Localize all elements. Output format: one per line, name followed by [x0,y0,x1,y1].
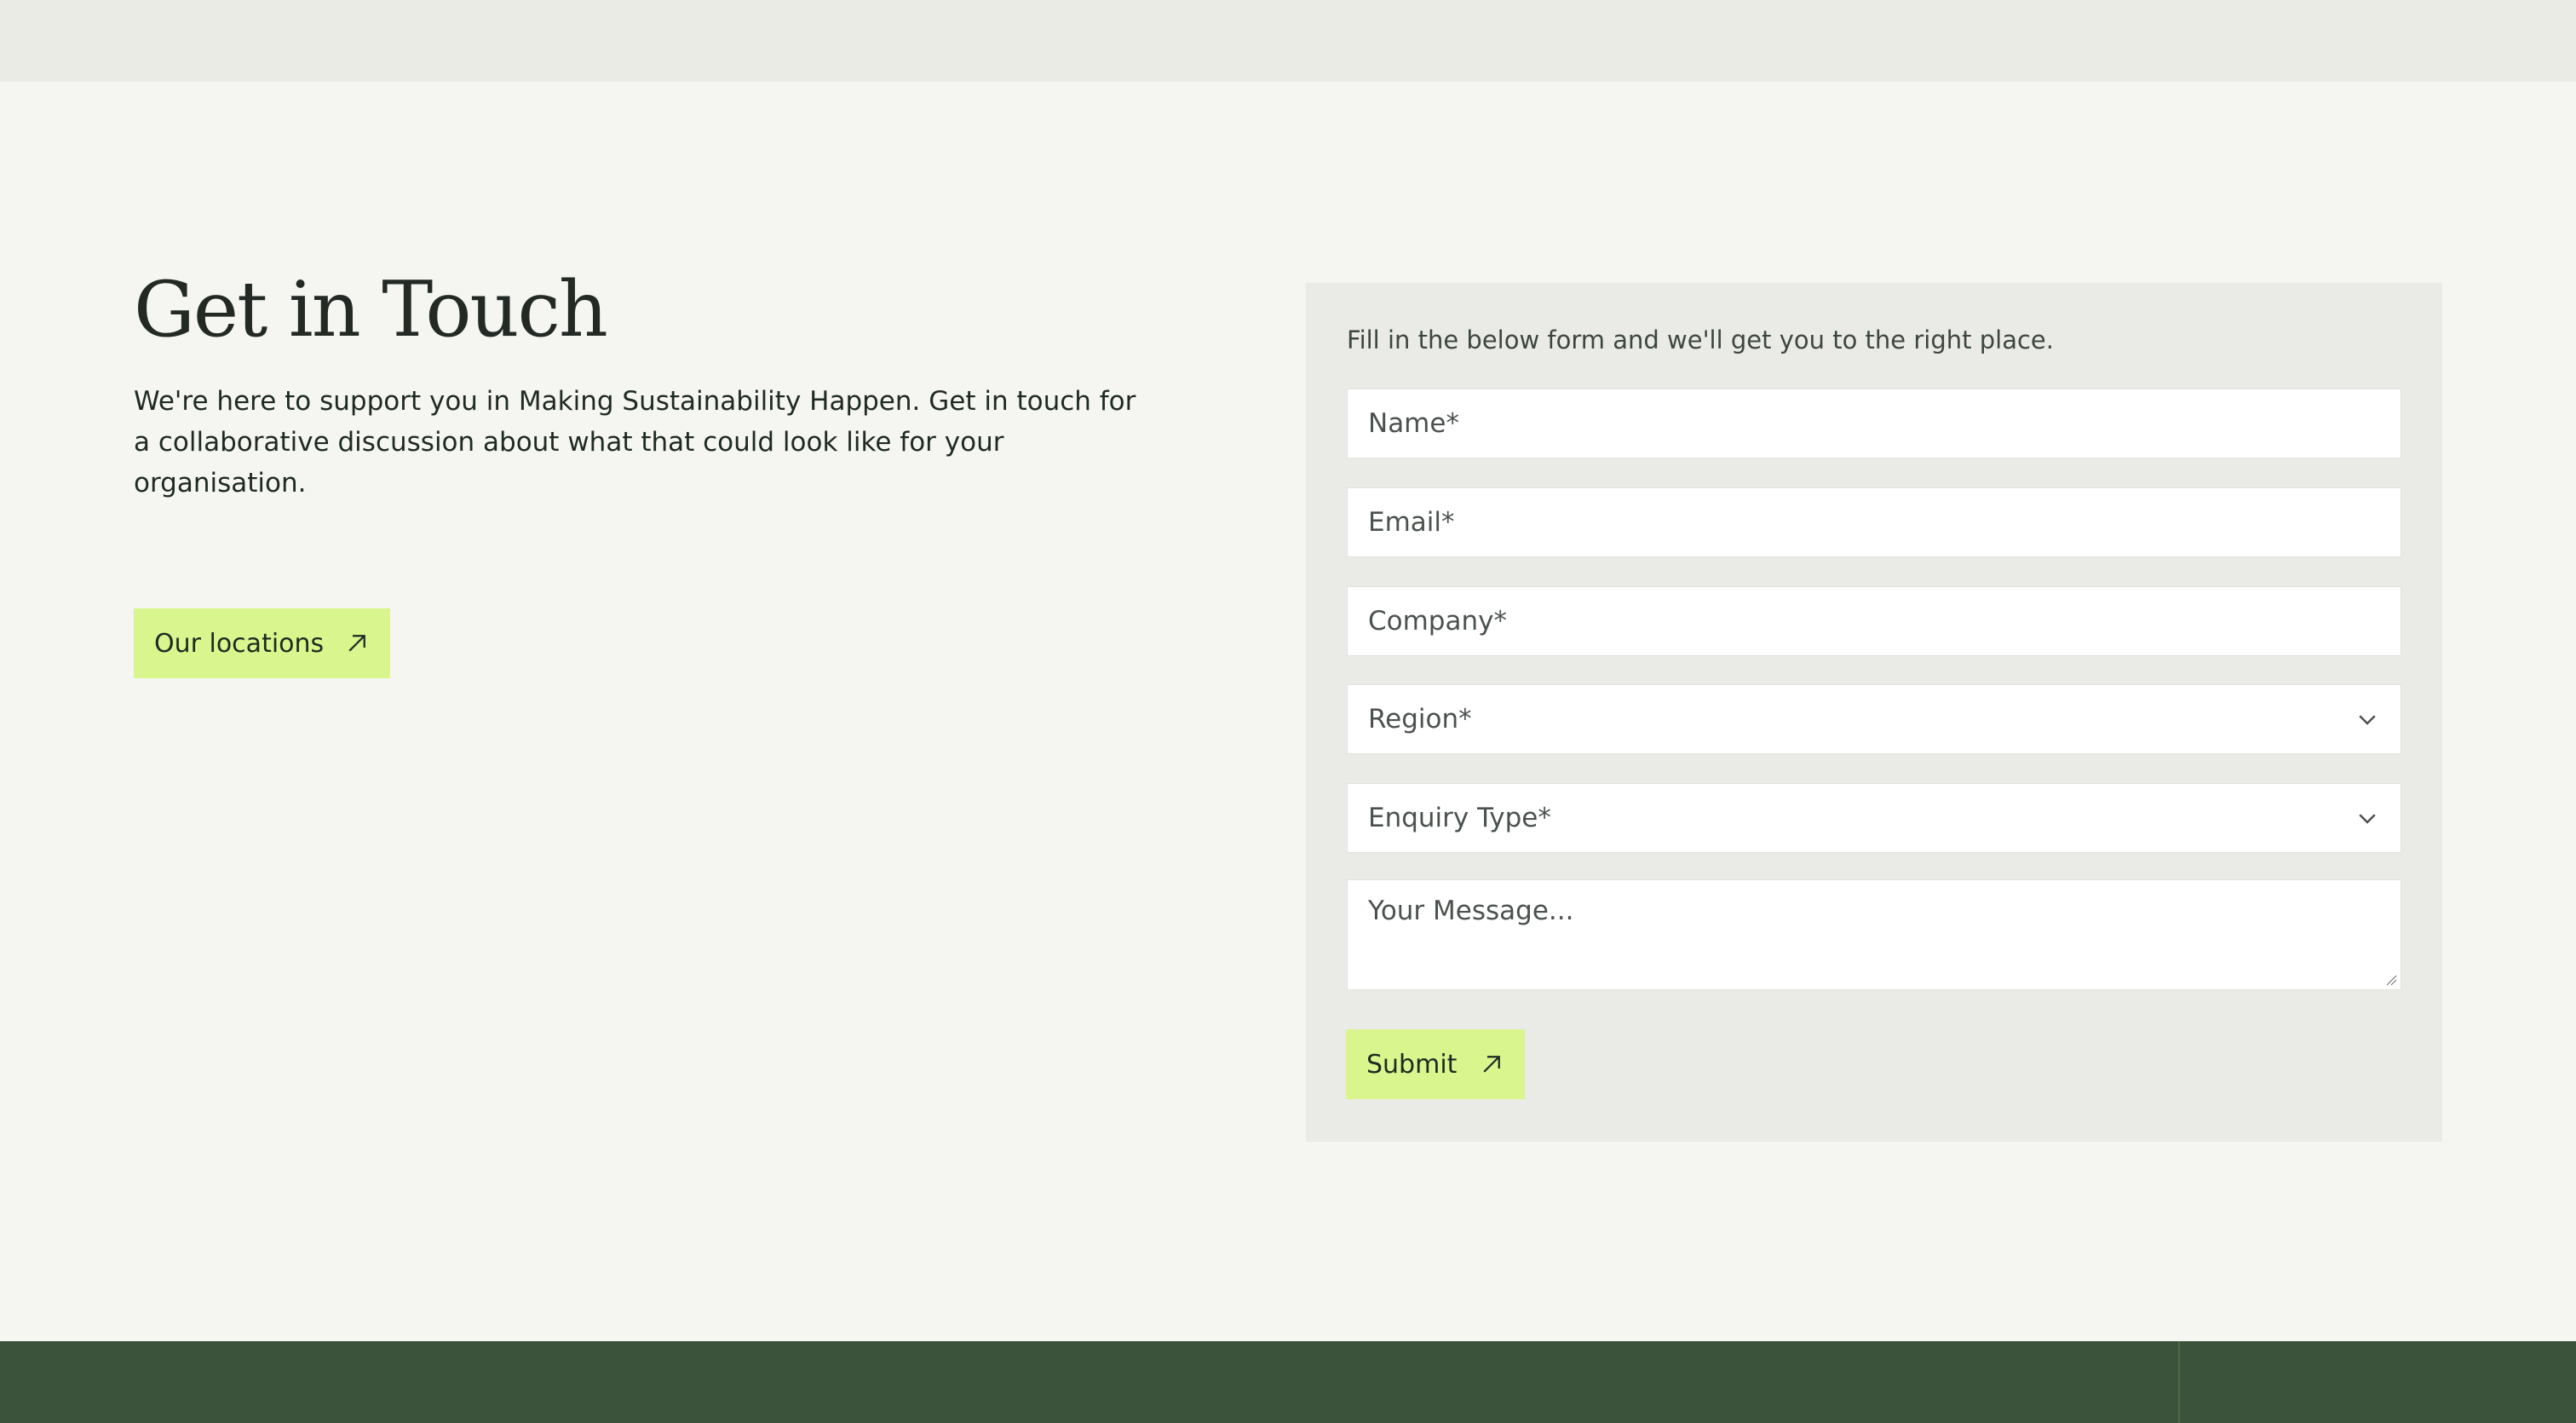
intro-text: We're here to support you in Making Sust… [134,386,1136,498]
enquiry-type-select[interactable]: Enquiry Type* [1347,783,2401,853]
our-locations-button[interactable]: Our locations [134,608,391,678]
page-title: Get in Touch [134,265,608,354]
contact-form: Fill in the below form and we'll get you… [1306,283,2442,1142]
footer [0,1341,2576,1423]
arrow-up-right-icon [348,635,366,652]
region-placeholder: Region* [1368,704,1472,735]
chevron-down-icon [2359,715,2376,725]
region-select[interactable]: Region* [1347,684,2401,754]
arrow-up-right-icon [1483,1056,1501,1073]
email-field[interactable]: Email* [1347,487,2401,557]
submit-button[interactable]: Submit [1346,1029,1526,1099]
form-intro-text: Fill in the below form and we'll get you… [1347,326,2054,354]
message-placeholder: Your Message... [1368,896,1574,926]
name-field[interactable]: Name* [1347,389,2401,458]
company-placeholder: Company* [1368,606,1507,637]
message-textarea[interactable]: Your Message... [1347,879,2401,990]
top-nav-bar [0,0,2576,82]
email-placeholder: Email* [1368,507,1455,538]
name-placeholder: Name* [1368,408,1459,439]
submit-label: Submit [1366,1049,1458,1080]
enquiry-type-placeholder: Enquiry Type* [1368,803,1551,833]
chevron-down-icon [2359,814,2376,824]
contact-section: Get in Touch We're here to support you i… [0,82,2576,1341]
our-locations-label: Our locations [154,628,325,659]
contact-intro: Get in Touch We're here to support you i… [134,265,1139,678]
resize-handle-icon[interactable] [2385,974,2397,986]
company-field[interactable]: Company* [1347,586,2401,656]
footer-divider [2178,1341,2180,1423]
